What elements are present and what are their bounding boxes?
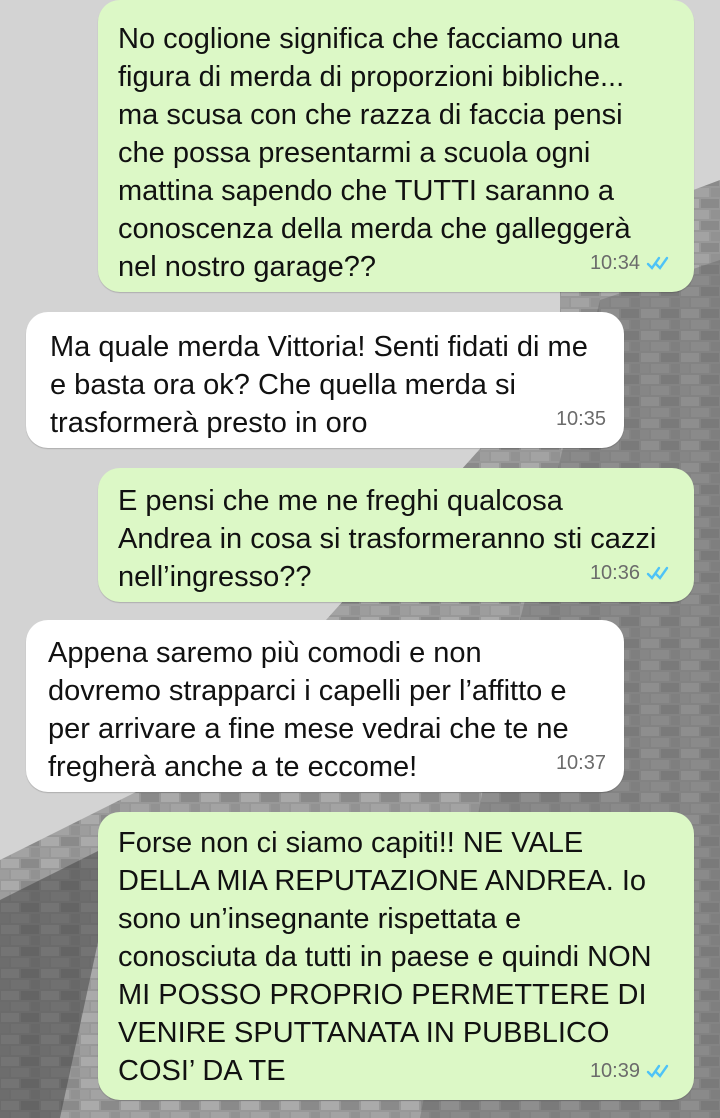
outgoing-message-bubble[interactable]: E pensi che me ne freghi qualcosa Andrea… xyxy=(98,468,694,602)
message-text: No coglione significa che facciamo una f… xyxy=(118,23,631,283)
message-time: 10:34 xyxy=(589,252,640,274)
chat-message-list[interactable]: No coglione significa che facciamo una f… xyxy=(0,0,720,1118)
message-meta: 10:36 xyxy=(590,554,676,592)
double-check-read-icon xyxy=(646,566,669,580)
double-check-read-icon xyxy=(646,256,669,270)
message-text: E pensi che me ne freghi qualcosa Andrea… xyxy=(118,485,657,593)
message-time: 10:37 xyxy=(555,752,606,774)
outgoing-message-bubble[interactable]: No coglione significa che facciamo una f… xyxy=(98,0,694,292)
message-time: 10:39 xyxy=(589,1060,640,1082)
message-meta: 10:34 xyxy=(590,244,676,282)
message-meta: 10:35 xyxy=(556,400,606,438)
message-text: Appena saremo più comodi e non dovremo s… xyxy=(48,637,569,783)
message-text: Ma quale merda Vittoria! Senti fidati di… xyxy=(50,331,588,439)
message-time: 10:36 xyxy=(589,562,640,584)
message-text: Forse non ci siamo capiti!! NE VALE DELL… xyxy=(118,827,652,1087)
message-meta: 10:39 xyxy=(590,1052,676,1090)
incoming-message-bubble[interactable]: Appena saremo più comodi e non dovremo s… xyxy=(26,620,624,792)
double-check-read-icon xyxy=(646,1064,669,1078)
message-meta: 10:37 xyxy=(556,744,606,782)
outgoing-message-bubble[interactable]: Forse non ci siamo capiti!! NE VALE DELL… xyxy=(98,812,694,1100)
incoming-message-bubble[interactable]: Ma quale merda Vittoria! Senti fidati di… xyxy=(26,312,624,448)
message-time: 10:35 xyxy=(555,408,606,430)
